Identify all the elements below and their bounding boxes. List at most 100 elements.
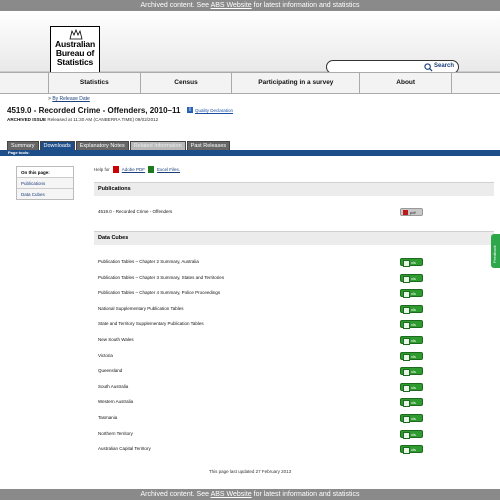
feedback-label: Feedback bbox=[492, 245, 497, 263]
download-xls-button[interactable]: xls bbox=[400, 367, 423, 377]
banner-text: Archived content. See bbox=[140, 2, 211, 9]
download-xls-button[interactable]: xls bbox=[400, 414, 423, 423]
banner-text-end: for latest information and statistics bbox=[251, 491, 360, 498]
quality-declaration-link[interactable]: i Quality Declaration bbox=[187, 107, 233, 113]
tab-bar: Page tools: bbox=[0, 150, 500, 156]
data-cube-row: Queensland xls bbox=[98, 367, 424, 377]
data-cube-title: Publication Tables – Chapter 3 Summary, … bbox=[98, 274, 225, 280]
excel-files-link[interactable]: Excel Files. bbox=[157, 167, 180, 172]
nav-participating[interactable]: Participating in a survey bbox=[232, 73, 361, 93]
archived-issue-label: ARCHIVED ISSUE bbox=[7, 117, 47, 122]
abs-website-link[interactable]: ABS Website bbox=[211, 2, 252, 9]
download-xls-button[interactable]: xls bbox=[400, 429, 423, 439]
download-xls-button[interactable]: xls bbox=[400, 289, 423, 299]
download-xls-button[interactable]: xls bbox=[400, 336, 423, 345]
help-label: Help for bbox=[94, 167, 110, 172]
data-cube-row: Publication Tables – Chapter 4 Summary, … bbox=[98, 289, 424, 299]
logo-line-3: Statistics bbox=[56, 57, 94, 67]
info-icon: i bbox=[187, 107, 193, 113]
breadcrumb-by-release-date[interactable]: By Release Date bbox=[52, 96, 90, 102]
data-cube-row: National Supplementary Publication Table… bbox=[98, 304, 424, 314]
download-xls-button[interactable]: xls bbox=[400, 445, 423, 455]
xls-button-label: xls bbox=[411, 400, 416, 406]
release-info: Released at 11:30 AM (CANBERRA TIME) 09/… bbox=[46, 117, 159, 122]
xls-button-label: xls bbox=[411, 275, 416, 281]
excel-icon bbox=[148, 166, 155, 173]
data-cube-row: Tasmania xls bbox=[98, 414, 424, 423]
last-updated: This page last updated 27 February 2013 bbox=[208, 469, 292, 474]
on-this-page-box: On this page: Publications Data Cubes bbox=[16, 166, 74, 200]
quality-declaration-label: Quality Declaration bbox=[195, 107, 234, 113]
xls-button-label: xls bbox=[411, 291, 416, 297]
data-cube-title: South Australia bbox=[98, 383, 129, 389]
help-for: Help for Adobe PDF Excel Files. bbox=[94, 166, 180, 173]
main-nav: Statistics Census Participating in a sur… bbox=[0, 72, 500, 94]
search-button[interactable]: Search bbox=[434, 63, 454, 69]
download-xls-button[interactable]: xls bbox=[400, 398, 423, 408]
banner-text-end: for latest information and statistics bbox=[251, 2, 360, 9]
xls-button-label: xls bbox=[411, 369, 416, 375]
feedback-tab[interactable]: Feedback bbox=[491, 234, 500, 268]
tab-downloads[interactable]: Downloads bbox=[39, 141, 75, 150]
xls-button-label: xls bbox=[411, 416, 416, 421]
breadcrumb: > By Release Date bbox=[48, 96, 90, 102]
nav-statistics[interactable]: Statistics bbox=[49, 73, 141, 93]
data-cube-row: Victoria xls bbox=[98, 351, 424, 361]
download-xls-button[interactable]: xls bbox=[400, 351, 423, 361]
publications-heading: Publications bbox=[94, 182, 494, 196]
data-cube-title: Publication Tables – Chapter 4 Summary, … bbox=[98, 290, 221, 296]
data-cube-row: Western Australia xls bbox=[98, 398, 424, 408]
nav-census[interactable]: Census bbox=[141, 73, 233, 93]
tab-explanatory-notes[interactable]: Explanatory Notes bbox=[75, 141, 129, 150]
page-tools-label[interactable]: Page tools: bbox=[8, 150, 30, 156]
data-cube-row: State and Territory Supplementary Public… bbox=[98, 320, 424, 330]
data-cube-row: Australian Capital Territory xls bbox=[98, 445, 424, 455]
data-cube-row: South Australia xls bbox=[98, 382, 424, 392]
download-xls-button[interactable]: xls bbox=[400, 304, 423, 314]
publication-title: 4519.0 - Recorded Crime - Offenders bbox=[98, 209, 173, 214]
pdf-button-label: pdf bbox=[410, 210, 416, 215]
adobe-pdf-link[interactable]: Adobe PDF bbox=[122, 167, 145, 172]
data-cube-title: Northern Territory bbox=[98, 430, 133, 436]
xls-button-label: xls bbox=[411, 260, 416, 265]
xls-button-label: xls bbox=[411, 306, 416, 312]
abs-logo[interactable]: Australian Bureau of Statistics bbox=[50, 26, 100, 78]
search-icon[interactable] bbox=[424, 63, 433, 72]
banner-text: Archived content. See bbox=[140, 491, 211, 498]
download-xls-button[interactable]: xls bbox=[400, 320, 423, 330]
site-header: Australian Bureau of Statistics Search bbox=[0, 11, 500, 78]
xls-button-label: xls bbox=[411, 384, 416, 390]
xls-button-label: xls bbox=[411, 353, 416, 359]
toc-link-publications[interactable]: Publications bbox=[17, 177, 73, 188]
data-cube-title: National Supplementary Publication Table… bbox=[98, 305, 184, 311]
page-title: 4519.0 - Recorded Crime - Offenders, 201… bbox=[7, 106, 181, 115]
toc-link-data-cubes[interactable]: Data Cubes bbox=[17, 188, 73, 199]
data-cube-title: Australian Capital Territory bbox=[98, 446, 151, 452]
abs-website-link[interactable]: ABS Website bbox=[211, 491, 252, 498]
archived-banner-top: Archived content. See ABS Website for la… bbox=[0, 0, 500, 11]
pdf-icon bbox=[112, 166, 119, 173]
download-xls-button[interactable]: xls bbox=[400, 382, 423, 392]
tab-related-information: Related Information bbox=[129, 141, 186, 150]
tab-strip: Summary Downloads Explanatory Notes Rela… bbox=[7, 141, 231, 150]
download-pdf-button[interactable]: pdf bbox=[400, 208, 423, 216]
data-cube-title: Publication Tables – Chapter 2 Summary, … bbox=[98, 259, 199, 264]
data-cube-title: Queensland bbox=[98, 368, 123, 374]
download-xls-button[interactable]: xls bbox=[400, 273, 423, 283]
nav-about[interactable]: About bbox=[360, 73, 453, 93]
data-cube-row: New South Wales xls bbox=[98, 336, 424, 345]
tab-summary[interactable]: Summary bbox=[7, 141, 39, 150]
archived-banner-bottom: Archived content. See ABS Website for la… bbox=[0, 489, 500, 500]
data-cube-title: Western Australia bbox=[98, 399, 134, 405]
archived-issue-line: ARCHIVED ISSUE Released at 11:30 AM (CAN… bbox=[7, 117, 158, 122]
data-cube-title: State and Territory Supplementary Public… bbox=[98, 321, 204, 327]
logo-text: Australian Bureau of Statistics bbox=[51, 40, 99, 67]
tab-past-releases[interactable]: Past Releases bbox=[186, 141, 231, 150]
toc-heading: On this page: bbox=[21, 170, 50, 175]
download-xls-button[interactable]: xls bbox=[400, 258, 423, 267]
data-cube-title: New South Wales bbox=[98, 337, 134, 342]
search-input[interactable] bbox=[331, 63, 423, 72]
xls-button-label: xls bbox=[411, 338, 416, 343]
data-cube-row: Publication Tables – Chapter 2 Summary, … bbox=[98, 258, 424, 267]
data-cubes-heading: Data Cubes bbox=[94, 231, 494, 245]
